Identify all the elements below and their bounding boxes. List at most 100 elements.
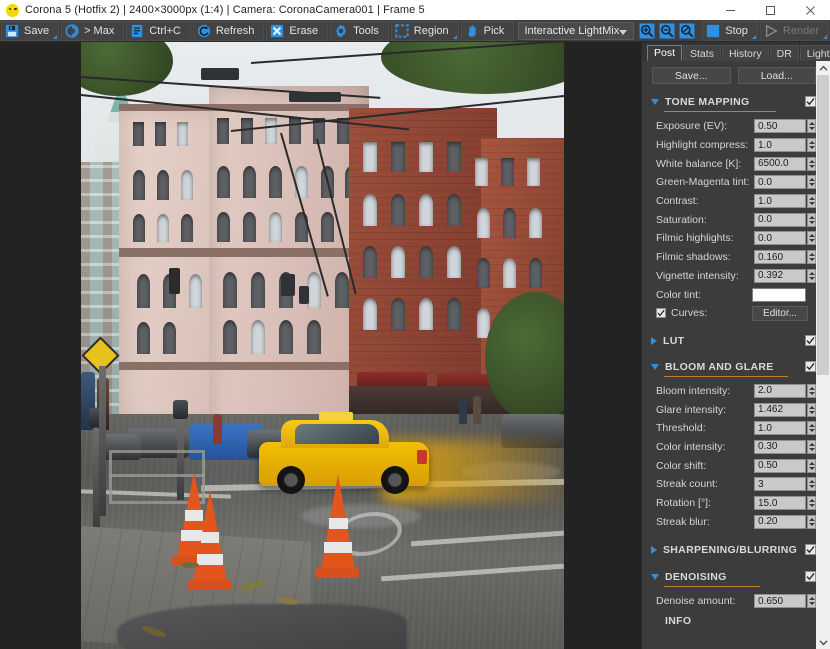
tab-stats[interactable]: Stats	[683, 45, 721, 61]
refresh-button[interactable]: Refresh	[192, 20, 265, 41]
param-input[interactable]: 0.50	[754, 119, 806, 134]
spinner-arrows[interactable]	[807, 458, 816, 473]
section-enable-checkbox[interactable]	[805, 334, 816, 346]
param-input[interactable]: 0.20	[754, 514, 806, 529]
section-tone-mapping: TONE MAPPING Exposure (EV): 0.50 Highlig…	[650, 93, 816, 323]
param-input[interactable]: 15.0	[754, 496, 806, 511]
window	[251, 320, 265, 354]
zoom-in-button[interactable]	[638, 22, 656, 40]
param-input[interactable]: 2.0	[754, 383, 806, 398]
section-enable-checkbox[interactable]	[805, 544, 816, 556]
spinner-arrows[interactable]	[807, 496, 816, 511]
triangle-right-icon[interactable]	[651, 336, 657, 345]
spinner-arrows[interactable]	[807, 119, 816, 134]
copy-button[interactable]: Ctrl+C	[126, 20, 191, 41]
param-input[interactable]: 0.160	[754, 250, 806, 265]
stop-square-icon	[707, 24, 720, 37]
save-button[interactable]: Save	[1, 20, 60, 41]
triangle-down-icon[interactable]	[651, 574, 659, 581]
param-input[interactable]: 1.0	[754, 194, 806, 209]
tab-lightmix[interactable]: LightMix	[799, 45, 830, 61]
parking-meter-head	[173, 400, 188, 419]
spinner-arrows[interactable]	[807, 156, 816, 171]
tab-history[interactable]: History	[721, 45, 769, 61]
spinner-arrows[interactable]	[807, 402, 816, 417]
spinner-arrows[interactable]	[807, 250, 816, 265]
param-input[interactable]: 0.50	[754, 458, 806, 473]
render-button[interactable]: Render	[759, 20, 829, 41]
param-input[interactable]: 1.462	[754, 402, 806, 417]
param-input[interactable]: 6500.0	[754, 156, 806, 171]
zoom-out-button[interactable]	[658, 22, 676, 40]
param-input[interactable]: 3	[754, 477, 806, 492]
param-input[interactable]: 1.0	[754, 421, 806, 436]
region-button[interactable]: Region	[390, 20, 459, 41]
close-icon[interactable]	[790, 0, 830, 20]
maximize-icon[interactable]	[750, 0, 790, 20]
window	[527, 158, 540, 186]
param-input[interactable]: 0.0	[754, 175, 806, 190]
minimize-icon[interactable]	[710, 0, 750, 20]
param-input[interactable]: 1.0	[754, 138, 806, 153]
scrollbar-thumb[interactable]	[817, 75, 829, 375]
storefront-awning	[357, 372, 427, 386]
param-white-balance: White balance [K]: 6500.0	[650, 154, 816, 173]
spinner-arrows[interactable]	[807, 383, 816, 398]
spinner-arrows[interactable]	[807, 194, 816, 209]
stop-button-label: Stop	[725, 24, 748, 37]
save-preset-button[interactable]: Save...	[652, 67, 731, 84]
section-header-lut[interactable]: LUT	[650, 332, 816, 350]
section-header-sharpening-blurring[interactable]: SHARPENING/BLURRING	[650, 541, 816, 559]
tab-dr[interactable]: DR	[769, 45, 799, 61]
load-preset-button[interactable]: Load...	[737, 67, 816, 84]
region-button-label: Region	[413, 24, 449, 37]
section-header-denoising[interactable]: DENOISING	[650, 568, 816, 586]
section-sharpening-blurring: SHARPENING/BLURRING	[650, 541, 816, 559]
spinner-arrows[interactable]	[807, 268, 816, 283]
scroll-down-button[interactable]	[816, 635, 830, 649]
spinner-arrows[interactable]	[807, 594, 816, 609]
to-max-button[interactable]: > Max	[61, 20, 125, 41]
section-enable-checkbox[interactable]	[805, 571, 816, 583]
param-input[interactable]: 0.650	[754, 594, 806, 609]
section-header-tone-mapping[interactable]: TONE MAPPING	[650, 93, 816, 111]
param-input[interactable]: 0.0	[754, 231, 806, 246]
color-tint-swatch[interactable]	[752, 287, 806, 302]
scrollbar-track[interactable]	[816, 75, 830, 635]
rendered-image[interactable]	[81, 42, 564, 649]
window	[265, 118, 277, 144]
window	[529, 208, 542, 238]
curves-checkbox[interactable]	[656, 308, 666, 319]
panel-scrollbar[interactable]	[816, 61, 830, 649]
curves-editor-button[interactable]: Editor...	[752, 305, 808, 321]
spinner-arrows[interactable]	[807, 138, 816, 153]
erase-button[interactable]: Erase	[266, 20, 329, 41]
param-input[interactable]: 0.0	[754, 212, 806, 227]
section-header-info[interactable]: INFO	[650, 615, 816, 627]
spinner-arrows[interactable]	[807, 175, 816, 190]
render-viewport[interactable]	[0, 42, 641, 649]
tools-button[interactable]: Tools	[330, 20, 389, 41]
param-input[interactable]: 0.392	[754, 268, 806, 283]
spinner-arrows[interactable]	[807, 231, 816, 246]
tab-post[interactable]: Post	[647, 45, 683, 61]
cone-base	[188, 580, 232, 590]
spinner-arrows[interactable]	[807, 514, 816, 529]
param-input[interactable]: 0.30	[754, 439, 806, 454]
spinner-arrows[interactable]	[807, 477, 816, 492]
stop-button[interactable]: Stop	[702, 20, 758, 41]
pick-button[interactable]: Pick	[460, 20, 515, 41]
spinner-arrows[interactable]	[807, 439, 816, 454]
triangle-down-icon[interactable]	[651, 99, 659, 105]
triangle-down-icon[interactable]	[651, 363, 659, 370]
zoom-reset-button[interactable]	[678, 22, 696, 40]
scroll-up-button[interactable]	[816, 61, 830, 75]
section-enable-checkbox[interactable]	[805, 96, 816, 107]
triangle-right-icon[interactable]	[651, 546, 657, 555]
section-header-bloom-and-glare[interactable]: BLOOM AND GLARE	[650, 358, 816, 376]
lightmix-mode-select[interactable]: Interactive LightMix	[518, 21, 634, 40]
spinner-arrows[interactable]	[807, 212, 816, 227]
spinner-arrows[interactable]	[807, 421, 816, 436]
section-enable-checkbox[interactable]	[805, 360, 816, 372]
zoom-in-icon	[639, 23, 655, 38]
